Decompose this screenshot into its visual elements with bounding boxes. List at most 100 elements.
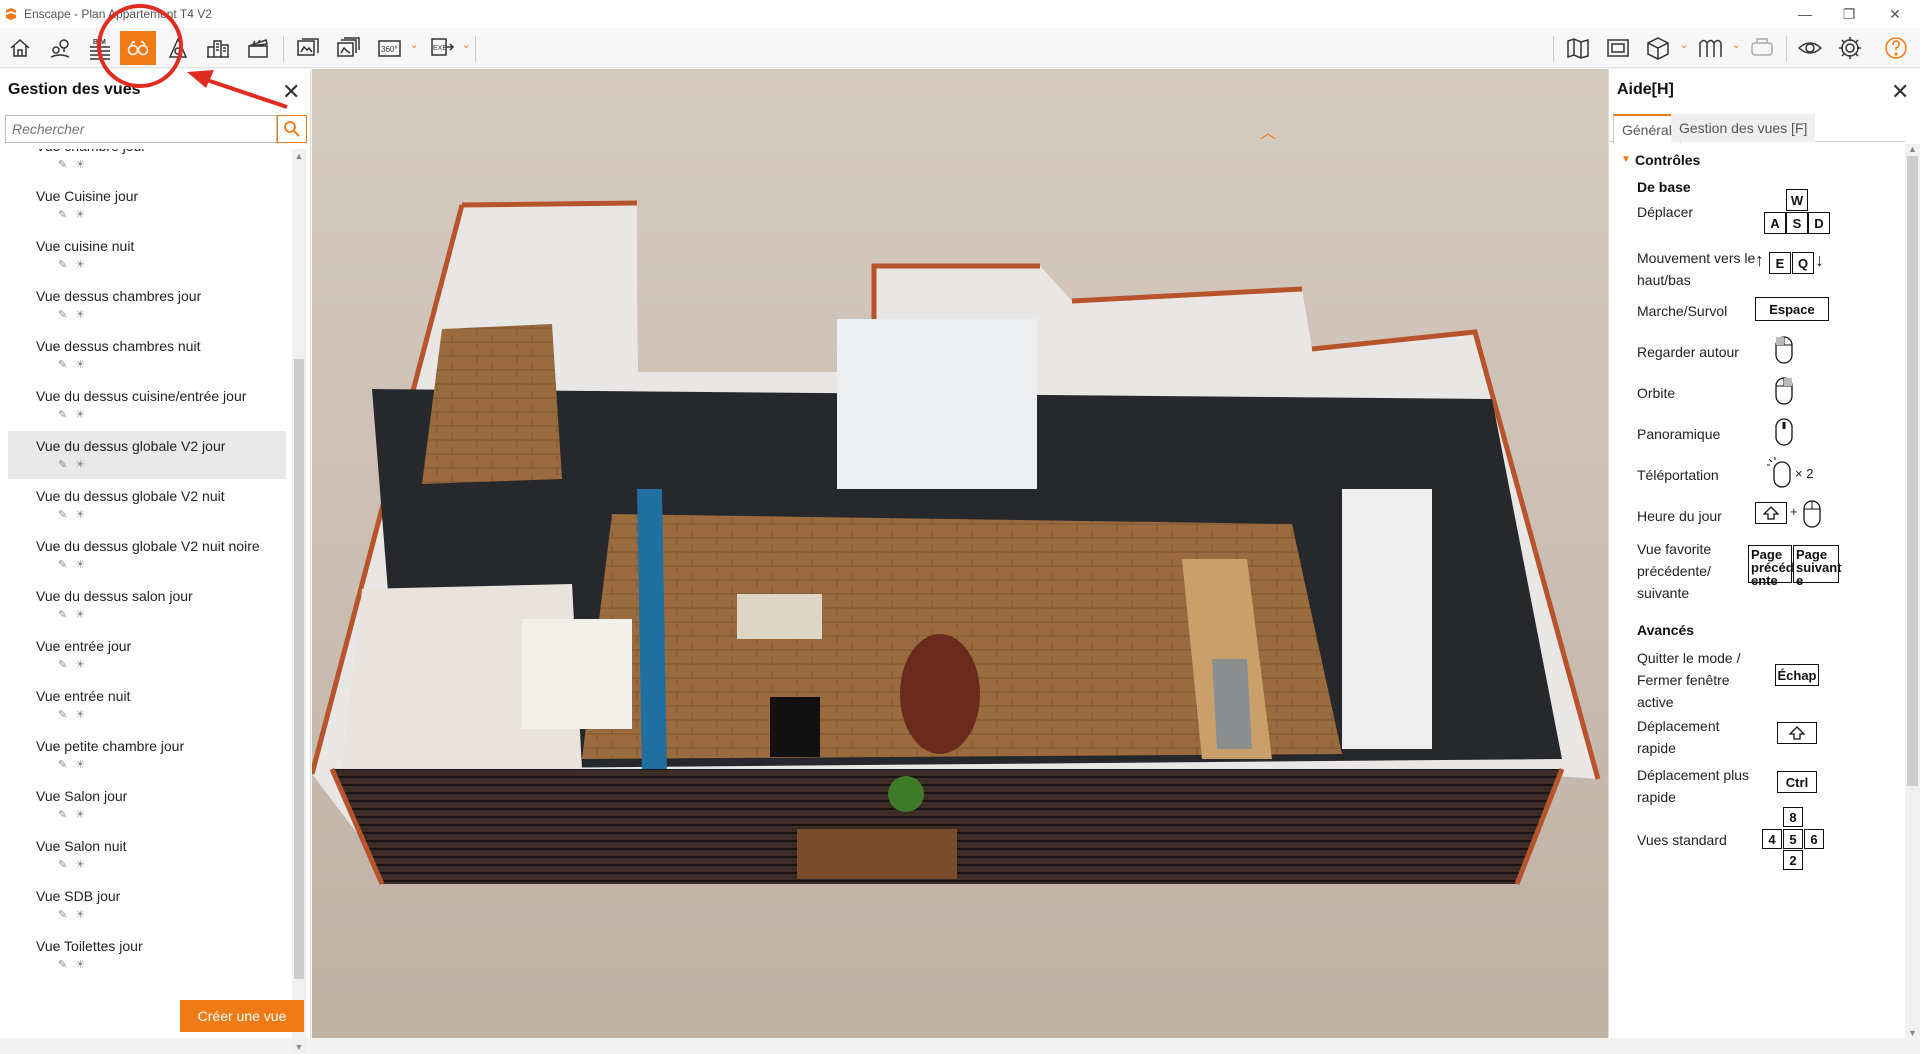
list-item[interactable]: Vue SDB jour ✎ ☀ — [8, 881, 286, 929]
home-icon — [10, 38, 30, 57]
view-actions: ✎ ☀ — [58, 808, 85, 821]
view-name: Vue cuisine nuit — [36, 238, 135, 254]
panorama-360-button[interactable]: 360° — [372, 31, 408, 65]
tab-views-management[interactable]: Gestion des vues [F] — [1671, 114, 1816, 142]
views-list-scrollbar[interactable]: ▲ ▼ — [292, 149, 306, 1054]
restore-button[interactable]: ❐ — [1826, 0, 1872, 28]
edit-pencil-icon[interactable]: ✎ — [58, 658, 67, 671]
visual-settings-button[interactable] — [1792, 31, 1828, 65]
list-item[interactable]: Vue Cuisine jour ✎ ☀ — [8, 181, 286, 229]
view-name: Vue dessus chambres jour — [36, 288, 202, 304]
sun-icon[interactable]: ☀ — [75, 408, 85, 421]
cube-button[interactable] — [1640, 31, 1676, 65]
help-label-deplacement-plus: Déplacement plus rapide — [1637, 767, 1750, 805]
list-item[interactable]: Vue du dessus globale V2 nuit noire ✎ ☀ — [8, 531, 286, 579]
help-label-deplacement-rapide: Déplacement rapide — [1637, 718, 1720, 756]
export-exe-button[interactable]: EXE — [424, 31, 460, 65]
help-button[interactable] — [1878, 31, 1914, 65]
list-item[interactable]: Vue entrée nuit ✎ ☀ — [8, 681, 286, 729]
help-panel: Aide[H] ✕ Général Gestion des vues [F] ▼… — [1608, 69, 1920, 1038]
bim-button[interactable]: BIM — [82, 31, 118, 65]
sun-icon[interactable]: ☀ — [75, 758, 85, 771]
render-image-button[interactable] — [290, 31, 326, 65]
sun-icon[interactable]: ☀ — [75, 858, 85, 871]
list-item[interactable]: Vue du dessus cuisine/entrée jour ✎ ☀ — [8, 381, 286, 429]
edit-pencil-icon[interactable]: ✎ — [58, 808, 67, 821]
views-management-button[interactable] — [120, 31, 156, 65]
list-item[interactable]: Vue Salon jour ✎ ☀ — [8, 781, 286, 829]
screenshot-button[interactable] — [1600, 31, 1636, 65]
list-item[interactable]: Vue chambre jour ✎ ☀ — [8, 149, 286, 179]
edit-pencil-icon[interactable]: ✎ — [58, 258, 67, 271]
edit-pencil-icon[interactable]: ✎ — [58, 208, 67, 221]
window-title: Enscape - Plan Appartement T4 V2 — [24, 7, 212, 21]
home-button[interactable] — [2, 31, 38, 65]
sun-icon[interactable]: ☀ — [75, 308, 85, 321]
sun-icon[interactable]: ☀ — [75, 458, 85, 471]
list-item[interactable]: Vue Toilettes jour ✎ ☀ — [8, 931, 286, 979]
vr-headset-button[interactable] — [1744, 31, 1780, 65]
material-dropdown-caret[interactable]: ⌄ — [1732, 40, 1740, 51]
settings-button[interactable] — [1832, 31, 1868, 65]
close-help-button[interactable]: ✕ — [1891, 79, 1909, 105]
close-window-button[interactable]: ✕ — [1872, 0, 1918, 28]
list-item[interactable]: Vue dessus chambres nuit ✎ ☀ — [8, 331, 286, 379]
view-name: Vue chambre jour — [36, 149, 146, 154]
edit-pencil-icon[interactable]: ✎ — [58, 408, 67, 421]
help-scrollbar[interactable]: ▲ ▼ — [1905, 144, 1920, 1038]
sun-icon[interactable]: ☀ — [75, 208, 85, 221]
panorama-dropdown-caret[interactable]: ⌄ — [410, 40, 418, 51]
view-actions: ✎ ☀ — [58, 758, 85, 771]
sun-icon[interactable]: ☀ — [75, 958, 85, 971]
edit-pencil-icon[interactable]: ✎ — [58, 908, 67, 921]
list-item[interactable]: Vue cuisine nuit ✎ ☀ — [8, 231, 286, 279]
3d-viewport[interactable]: ︿ — [312, 69, 1608, 1038]
expand-caret-icon[interactable]: ▼ — [1621, 154, 1631, 165]
edit-pencil-icon[interactable]: ✎ — [58, 508, 67, 521]
edit-pencil-icon[interactable]: ✎ — [58, 158, 67, 171]
list-item[interactable]: Vue Salon nuit ✎ ☀ — [8, 831, 286, 879]
list-item[interactable]: Vue dessus chambres jour ✎ ☀ — [8, 281, 286, 329]
sun-icon[interactable]: ☀ — [75, 258, 85, 271]
edit-pencil-icon[interactable]: ✎ — [58, 558, 67, 571]
close-panel-button[interactable]: ✕ — [282, 79, 300, 105]
edit-pencil-icon[interactable]: ✎ — [58, 758, 67, 771]
material-button[interactable] — [1692, 31, 1728, 65]
cube-dropdown-caret[interactable]: ⌄ — [1680, 40, 1688, 51]
export-dropdown-caret[interactable]: ⌄ — [462, 40, 470, 51]
sun-icon[interactable]: ☀ — [75, 158, 85, 171]
list-item[interactable]: Vue entrée jour ✎ ☀ — [8, 631, 286, 679]
list-item[interactable]: Vue petite chambre jour ✎ ☀ — [8, 731, 286, 779]
video-editor-button[interactable] — [240, 31, 276, 65]
sun-icon[interactable]: ☀ — [75, 808, 85, 821]
sun-icon[interactable]: ☀ — [75, 508, 85, 521]
sun-icon[interactable]: ☀ — [75, 358, 85, 371]
search-box — [5, 115, 277, 143]
list-item[interactable]: Vue du dessus salon jour ✎ ☀ — [8, 581, 286, 629]
edit-pencil-icon[interactable]: ✎ — [58, 958, 67, 971]
edit-pencil-icon[interactable]: ✎ — [58, 608, 67, 621]
edit-pencil-icon[interactable]: ✎ — [58, 708, 67, 721]
edit-pencil-icon[interactable]: ✎ — [58, 358, 67, 371]
map-button[interactable] — [1560, 31, 1596, 65]
edit-pencil-icon[interactable]: ✎ — [58, 858, 67, 871]
sun-icon[interactable]: ☀ — [75, 708, 85, 721]
location-pins-button[interactable] — [42, 31, 78, 65]
collapse-toolbar-caret[interactable]: ︿ — [1260, 119, 1276, 143]
sun-icon[interactable]: ☀ — [75, 608, 85, 621]
create-view-button[interactable]: Créer une vue — [180, 1000, 304, 1032]
search-button[interactable] — [277, 115, 307, 143]
sun-icon[interactable]: ☀ — [75, 908, 85, 921]
edit-pencil-icon[interactable]: ✎ — [58, 308, 67, 321]
sun-icon[interactable]: ☀ — [75, 558, 85, 571]
buildings-button[interactable] — [200, 31, 236, 65]
key-a: A — [1764, 212, 1786, 234]
minimize-button[interactable]: — — [1782, 0, 1828, 28]
batch-render-button[interactable] — [330, 31, 366, 65]
list-item[interactable]: Vue du dessus globale V2 jour ✎ ☀ — [8, 431, 286, 479]
asset-library-button[interactable] — [160, 31, 196, 65]
list-item[interactable]: Vue du dessus globale V2 nuit ✎ ☀ — [8, 481, 286, 529]
search-input[interactable] — [6, 121, 276, 137]
sun-icon[interactable]: ☀ — [75, 658, 85, 671]
edit-pencil-icon[interactable]: ✎ — [58, 458, 67, 471]
